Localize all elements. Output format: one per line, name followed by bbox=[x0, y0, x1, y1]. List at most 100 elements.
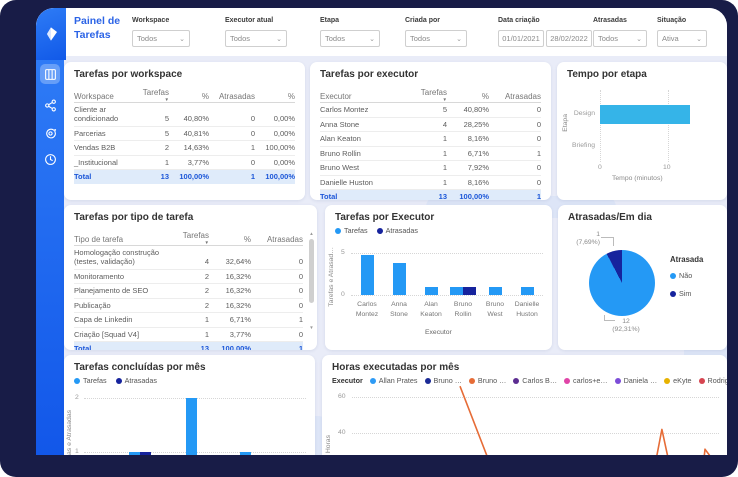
table-row[interactable]: Anna Stone428,25%0 bbox=[320, 118, 541, 133]
sort-desc-icon: ▼ bbox=[413, 98, 447, 101]
table-cell: 2 bbox=[139, 143, 169, 152]
table-row[interactable]: Homologação construção (testes, validaçã… bbox=[74, 246, 303, 270]
bar-tarefas[interactable] bbox=[186, 398, 197, 455]
bar-tarefas[interactable] bbox=[450, 287, 463, 295]
bar-atrasadas[interactable] bbox=[463, 287, 476, 295]
table-row[interactable]: Cliente ar condicionado540,80%00,00% bbox=[74, 103, 295, 127]
tipo-table: Tipo de tarefaTarefas▼%Atrasadas Homologa… bbox=[74, 229, 303, 350]
bar-tarefas[interactable] bbox=[489, 287, 502, 295]
column-header[interactable]: Tarefas▼ bbox=[139, 88, 169, 101]
filter-label: Criada por bbox=[405, 17, 440, 24]
legend-dot bbox=[670, 291, 676, 297]
gridline bbox=[668, 90, 669, 162]
scroll-down-icon[interactable]: ▼ bbox=[308, 325, 315, 330]
legend-item[interactable]: Sim bbox=[670, 289, 691, 298]
table-cell: Total bbox=[74, 172, 139, 181]
table-cell: 13 bbox=[139, 172, 169, 181]
table-cell: 28,25% bbox=[447, 120, 489, 129]
sidebar-item-chat[interactable] bbox=[40, 123, 60, 143]
pie-label-sim: 1(7,69%) bbox=[566, 231, 600, 248]
horas-line-chart[interactable] bbox=[352, 355, 717, 455]
table-cell: 2 bbox=[175, 286, 209, 295]
column-header[interactable]: Atrasadas bbox=[209, 92, 255, 101]
table-row[interactable]: Monitoramento216,32%0 bbox=[74, 270, 303, 285]
scroll-up-icon[interactable]: ▲ bbox=[308, 231, 315, 236]
sidebar-item-share[interactable] bbox=[40, 95, 60, 115]
table-row[interactable]: Planejamento de SEO216,32%0 bbox=[74, 284, 303, 299]
legend-item[interactable]: Tarefas bbox=[335, 226, 368, 235]
bar-group bbox=[513, 287, 541, 295]
table-row[interactable]: Criação [Squad V4]13,77%0 bbox=[74, 328, 303, 343]
date-to-input[interactable]: 28/02/2022 bbox=[546, 30, 592, 47]
table-row[interactable]: Carlos Montez540,80%0 bbox=[320, 103, 541, 118]
table-cell: Bruno Rollin bbox=[320, 149, 413, 158]
chevron-down-icon: ⌄ bbox=[276, 35, 282, 43]
table-row[interactable]: Vendas B2B214,63%1100,00% bbox=[74, 141, 295, 156]
column-header[interactable]: Atrasadas bbox=[489, 92, 541, 101]
bar-tarefas[interactable] bbox=[393, 263, 406, 295]
table-row[interactable]: Alan Keaton18,16%0 bbox=[320, 132, 541, 147]
atrasadas-pie[interactable] bbox=[589, 250, 655, 316]
card-title: Tarefas por workspace bbox=[74, 69, 182, 80]
table-cell: 0 bbox=[489, 120, 541, 129]
y-tick: 40 bbox=[338, 429, 346, 436]
column-header[interactable]: Atrasadas bbox=[251, 235, 303, 244]
table-row[interactable]: Danielle Huston18,16%0 bbox=[320, 176, 541, 191]
table-cell: 1 bbox=[251, 315, 303, 324]
column-header[interactable]: Tipo de tarefa bbox=[74, 235, 175, 244]
table-row[interactable]: Parcerias540,81%00,00% bbox=[74, 127, 295, 142]
bar-tarefas[interactable] bbox=[521, 287, 534, 295]
column-header[interactable]: % bbox=[209, 235, 251, 244]
app-logo[interactable] bbox=[36, 8, 66, 60]
category-label: BrunoRollin bbox=[446, 300, 480, 320]
legend-item[interactable]: Não bbox=[670, 271, 692, 280]
sidebar bbox=[36, 56, 64, 455]
column-header[interactable]: % bbox=[255, 92, 295, 101]
bar-tarefas[interactable] bbox=[129, 452, 140, 455]
bar-tarefas[interactable] bbox=[425, 287, 438, 295]
table-cell: 40,80% bbox=[169, 114, 209, 123]
table-cell: 13 bbox=[175, 344, 209, 350]
filter-select[interactable]: Todos⌄ bbox=[320, 30, 380, 47]
sidebar-item-board[interactable] bbox=[40, 64, 60, 84]
scrollbar[interactable]: ▲ ▼ bbox=[308, 231, 315, 331]
table-cell: Criação [Squad V4] bbox=[74, 330, 175, 339]
bar-atrasadas[interactable] bbox=[140, 452, 151, 455]
table-header-row: ExecutorTarefas▼%Atrasadas bbox=[320, 86, 541, 103]
table-row[interactable]: _Institucional13,77%00,00% bbox=[74, 156, 295, 171]
filter-select[interactable]: Ativa⌄ bbox=[657, 30, 707, 47]
bar-tarefas[interactable] bbox=[240, 452, 251, 455]
legend-dot bbox=[670, 273, 676, 279]
table-cell: Monitoramento bbox=[74, 272, 175, 281]
table-cell: 5 bbox=[139, 114, 169, 123]
date-from-input[interactable]: 01/01/2021 bbox=[498, 30, 544, 47]
design-bar[interactable] bbox=[600, 105, 690, 124]
column-header[interactable]: % bbox=[447, 92, 489, 101]
filter-select[interactable]: Todos⌄ bbox=[225, 30, 287, 47]
filter-select[interactable]: Todos⌄ bbox=[132, 30, 190, 47]
legend-dot bbox=[377, 228, 383, 234]
table-cell: 0,00% bbox=[255, 158, 295, 167]
table-cell: 32,64% bbox=[209, 257, 251, 266]
filter-select[interactable]: Todos⌄ bbox=[593, 30, 647, 47]
table-cell: Total bbox=[74, 344, 175, 350]
scroll-thumb[interactable] bbox=[309, 239, 314, 303]
column-header[interactable]: % bbox=[169, 92, 209, 101]
column-header[interactable]: Workspace bbox=[74, 92, 139, 101]
filter-select[interactable]: Todos⌄ bbox=[405, 30, 467, 47]
table-row[interactable]: Bruno Rollin16,71%1 bbox=[320, 147, 541, 162]
table-cell: 0 bbox=[251, 286, 303, 295]
table-row[interactable]: Capa de Linkedin16,71%1 bbox=[74, 313, 303, 328]
column-header[interactable]: Tarefas▼ bbox=[413, 88, 447, 101]
table-cell: 0 bbox=[489, 178, 541, 187]
table-row[interactable]: Publicação216,32%0 bbox=[74, 299, 303, 314]
chevron-down-icon: ⌄ bbox=[369, 35, 375, 43]
legend-item[interactable]: Atrasadas bbox=[377, 226, 418, 235]
filter-label: Data criação bbox=[498, 17, 540, 24]
column-header[interactable]: Executor bbox=[320, 92, 413, 101]
table-cell: Total bbox=[320, 192, 413, 200]
sidebar-item-history[interactable] bbox=[40, 149, 60, 169]
column-header[interactable]: Tarefas▼ bbox=[175, 231, 209, 244]
bar-tarefas[interactable] bbox=[361, 255, 374, 295]
table-row[interactable]: Bruno West17,92%0 bbox=[320, 161, 541, 176]
